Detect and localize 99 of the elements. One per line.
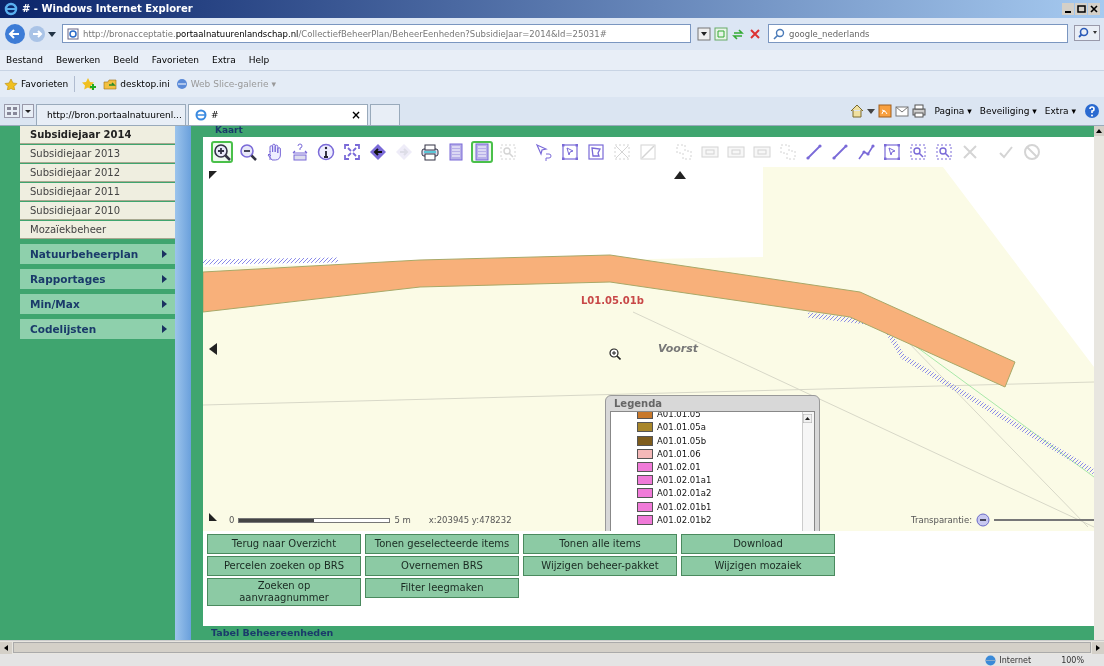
legend-label: A01.01.06	[657, 448, 701, 459]
triangle-icon[interactable]	[209, 512, 217, 521]
transparency-label: Transparantie:	[911, 515, 972, 526]
sidebar-item[interactable]: Mozaïekbeheer	[20, 220, 175, 239]
scroll-up-icon[interactable]	[1094, 125, 1104, 136]
sidebar-menu[interactable]: Rapportages	[20, 268, 175, 289]
scrollbar[interactable]	[802, 411, 814, 532]
address-field[interactable]: http://bronacceptatie.portaalnatuurenlandschap.nl/CollectiefBeheerPlan/BeheerEenheden?SubsidieJaar=2014&Id=25031#	[62, 24, 691, 44]
close-button[interactable]: ×	[350, 107, 361, 122]
menu-item[interactable]: Extra	[212, 54, 236, 65]
tab-list-button[interactable]	[22, 103, 34, 118]
action-button[interactable]: Overnemen BRS	[365, 556, 519, 577]
action-button[interactable]: Wijzigen beheer-pakket	[523, 556, 677, 577]
dropdown-button[interactable]	[697, 26, 711, 41]
action-button[interactable]: Filter leegmaken	[365, 578, 519, 599]
folder-icon	[103, 77, 118, 90]
document-icon[interactable]	[471, 140, 493, 163]
scale-label: 5 m	[394, 515, 411, 526]
action-button[interactable]: Terug naar Overzicht	[207, 534, 361, 555]
map-label: L01.05.01b	[581, 294, 644, 306]
legend-label: A01.02.01	[657, 461, 701, 472]
web-slice-icon	[175, 77, 188, 90]
refresh-icon[interactable]	[731, 26, 745, 41]
legend-title: Legenda	[613, 396, 664, 411]
sidebar-item[interactable]: Subsidiejaar 2011	[20, 182, 175, 201]
action-button[interactable]: Wijzigen mozaiek	[681, 556, 835, 577]
action-button[interactable]: Download	[681, 534, 835, 555]
favorite-link[interactable]: desktop.ini	[103, 77, 170, 90]
pan-up-icon[interactable]	[674, 170, 686, 179]
legend-label: A01.02.01a1	[657, 475, 712, 486]
menu-item[interactable]: Bewerken	[55, 54, 101, 65]
dropdown-arrow-icon[interactable]	[867, 106, 876, 115]
pan-left-icon[interactable]	[209, 342, 217, 355]
browser-tab[interactable]: http://bron.portaalnatuurenl...	[36, 103, 186, 125]
menu-item[interactable]: Favorieten	[151, 54, 199, 65]
scrollbar[interactable]	[1094, 125, 1104, 641]
help-icon[interactable]	[1084, 102, 1100, 119]
legend-label: A01.02.01b1	[657, 501, 712, 512]
legend-label: A01.02.01b2	[657, 514, 712, 525]
caret-icon	[162, 274, 167, 283]
home-icon[interactable]	[850, 103, 865, 118]
add-favorite-icon[interactable]	[81, 76, 98, 91]
printer-icon[interactable]	[912, 103, 927, 118]
sidebar-item[interactable]: Subsidiejaar 2010	[20, 201, 175, 220]
caret-icon	[162, 249, 167, 258]
dropdown-arrow-icon[interactable]	[48, 29, 56, 38]
zoom-in-icon[interactable]	[211, 140, 233, 163]
scale-label: 0	[229, 515, 235, 526]
caret-icon	[162, 299, 167, 308]
sidebar-item[interactable]: Subsidiejaar 2013	[20, 144, 175, 163]
mail-icon[interactable]	[895, 103, 910, 118]
action-button[interactable]: Tonen geselecteerde items	[365, 534, 519, 555]
menu-item[interactable]: Help	[248, 54, 270, 65]
scroll-right-icon[interactable]	[1092, 641, 1104, 654]
legend-label: A01.02.01a2	[657, 488, 712, 499]
close-button[interactable]	[1088, 2, 1100, 15]
place-label: Voorst	[658, 341, 699, 355]
minimize-button[interactable]	[1062, 2, 1074, 15]
browser-tab[interactable]: # ×	[188, 103, 368, 125]
zoom-cursor-icon	[609, 347, 621, 360]
security-zone[interactable]: Internet	[985, 654, 1032, 666]
command-menu[interactable]: Beveiliging ▾	[979, 105, 1037, 116]
globe-icon	[985, 654, 997, 666]
maximize-button[interactable]	[1075, 2, 1087, 15]
legend-label: A01.01.05b	[657, 435, 707, 446]
search-button[interactable]	[1074, 24, 1100, 41]
command-menu[interactable]: Pagina ▾	[934, 105, 972, 116]
sidebar-menu[interactable]: Natuurbeheerplan	[20, 243, 175, 264]
panel-header: Kaart	[203, 125, 1094, 137]
action-button[interactable]: Tonen alle items	[523, 534, 677, 555]
sidebar-menu[interactable]: Codelijsten	[20, 318, 175, 339]
minus-button[interactable]	[976, 513, 990, 528]
window-title: # - Windows Internet Explorer	[22, 3, 194, 15]
legend-label: A01.01.05a	[657, 422, 706, 433]
browser-icon	[4, 1, 18, 16]
back-button[interactable]	[4, 22, 26, 45]
zoom-level[interactable]: 100%	[1061, 655, 1084, 665]
section-header: Tabel Beheereenheden	[201, 626, 1094, 641]
caret-icon	[162, 324, 167, 333]
favorites-button[interactable]: Favorieten	[4, 77, 69, 90]
scroll-up-icon[interactable]	[803, 413, 812, 423]
menu-item[interactable]: Beeld	[113, 54, 139, 65]
sidebar-item[interactable]: Subsidiejaar 2012	[20, 163, 175, 182]
scroll-left-icon[interactable]	[0, 641, 12, 654]
scrollbar[interactable]	[0, 640, 1104, 655]
command-menu[interactable]: Extra ▾	[1044, 105, 1076, 116]
browser-icon	[195, 108, 207, 121]
star-icon	[4, 77, 18, 90]
action-button[interactable]: Percelen zoeken op BRS	[207, 556, 361, 577]
stop-icon[interactable]	[748, 26, 762, 41]
menu-item[interactable]: Bestand	[6, 54, 43, 65]
triangle-icon[interactable]	[209, 170, 217, 179]
action-button[interactable]: Zoeken op aanvraagnummer	[207, 578, 361, 607]
search-field[interactable]: google_nederlands	[768, 24, 1068, 44]
sidebar-menu[interactable]: Min/Max	[20, 293, 175, 314]
coordinates-text: x:203945 y:478232	[428, 515, 512, 526]
scrollbar-thumb[interactable]	[13, 642, 1091, 654]
page-icon	[67, 27, 79, 40]
legend-label: A01.01.05	[657, 411, 701, 420]
